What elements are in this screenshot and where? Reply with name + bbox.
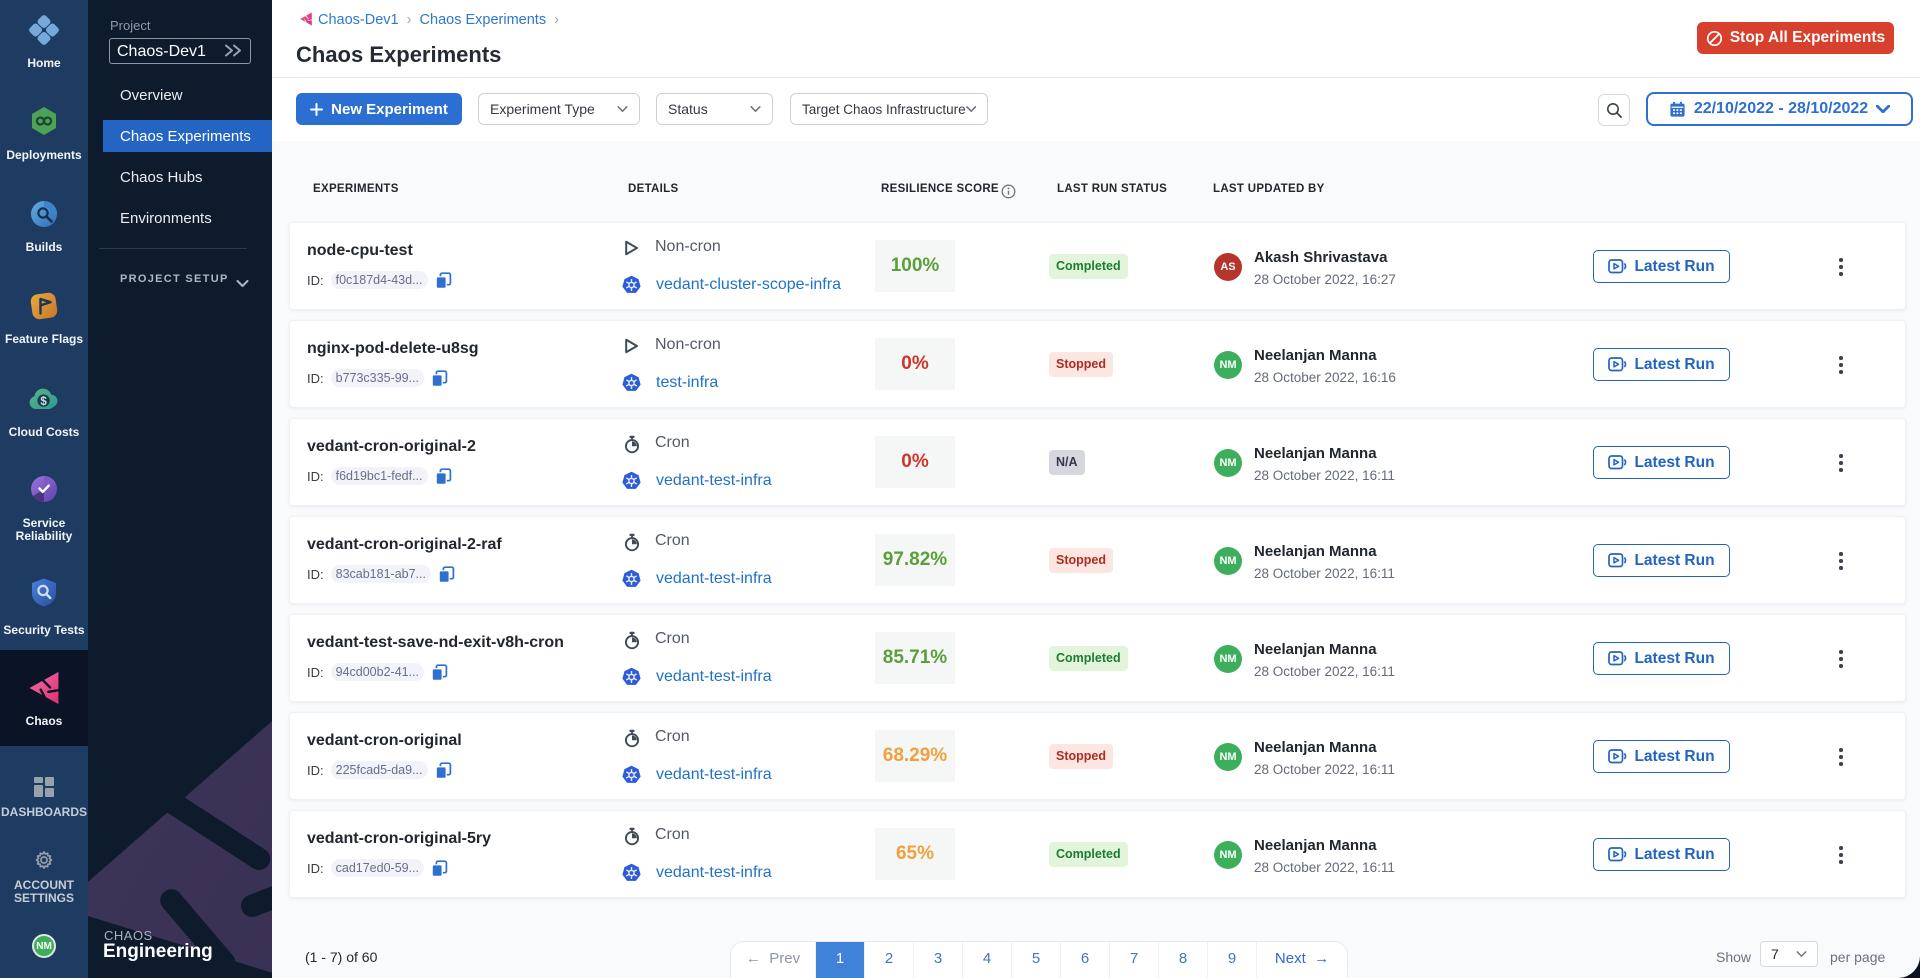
svg-text:$: $ [40,396,47,408]
